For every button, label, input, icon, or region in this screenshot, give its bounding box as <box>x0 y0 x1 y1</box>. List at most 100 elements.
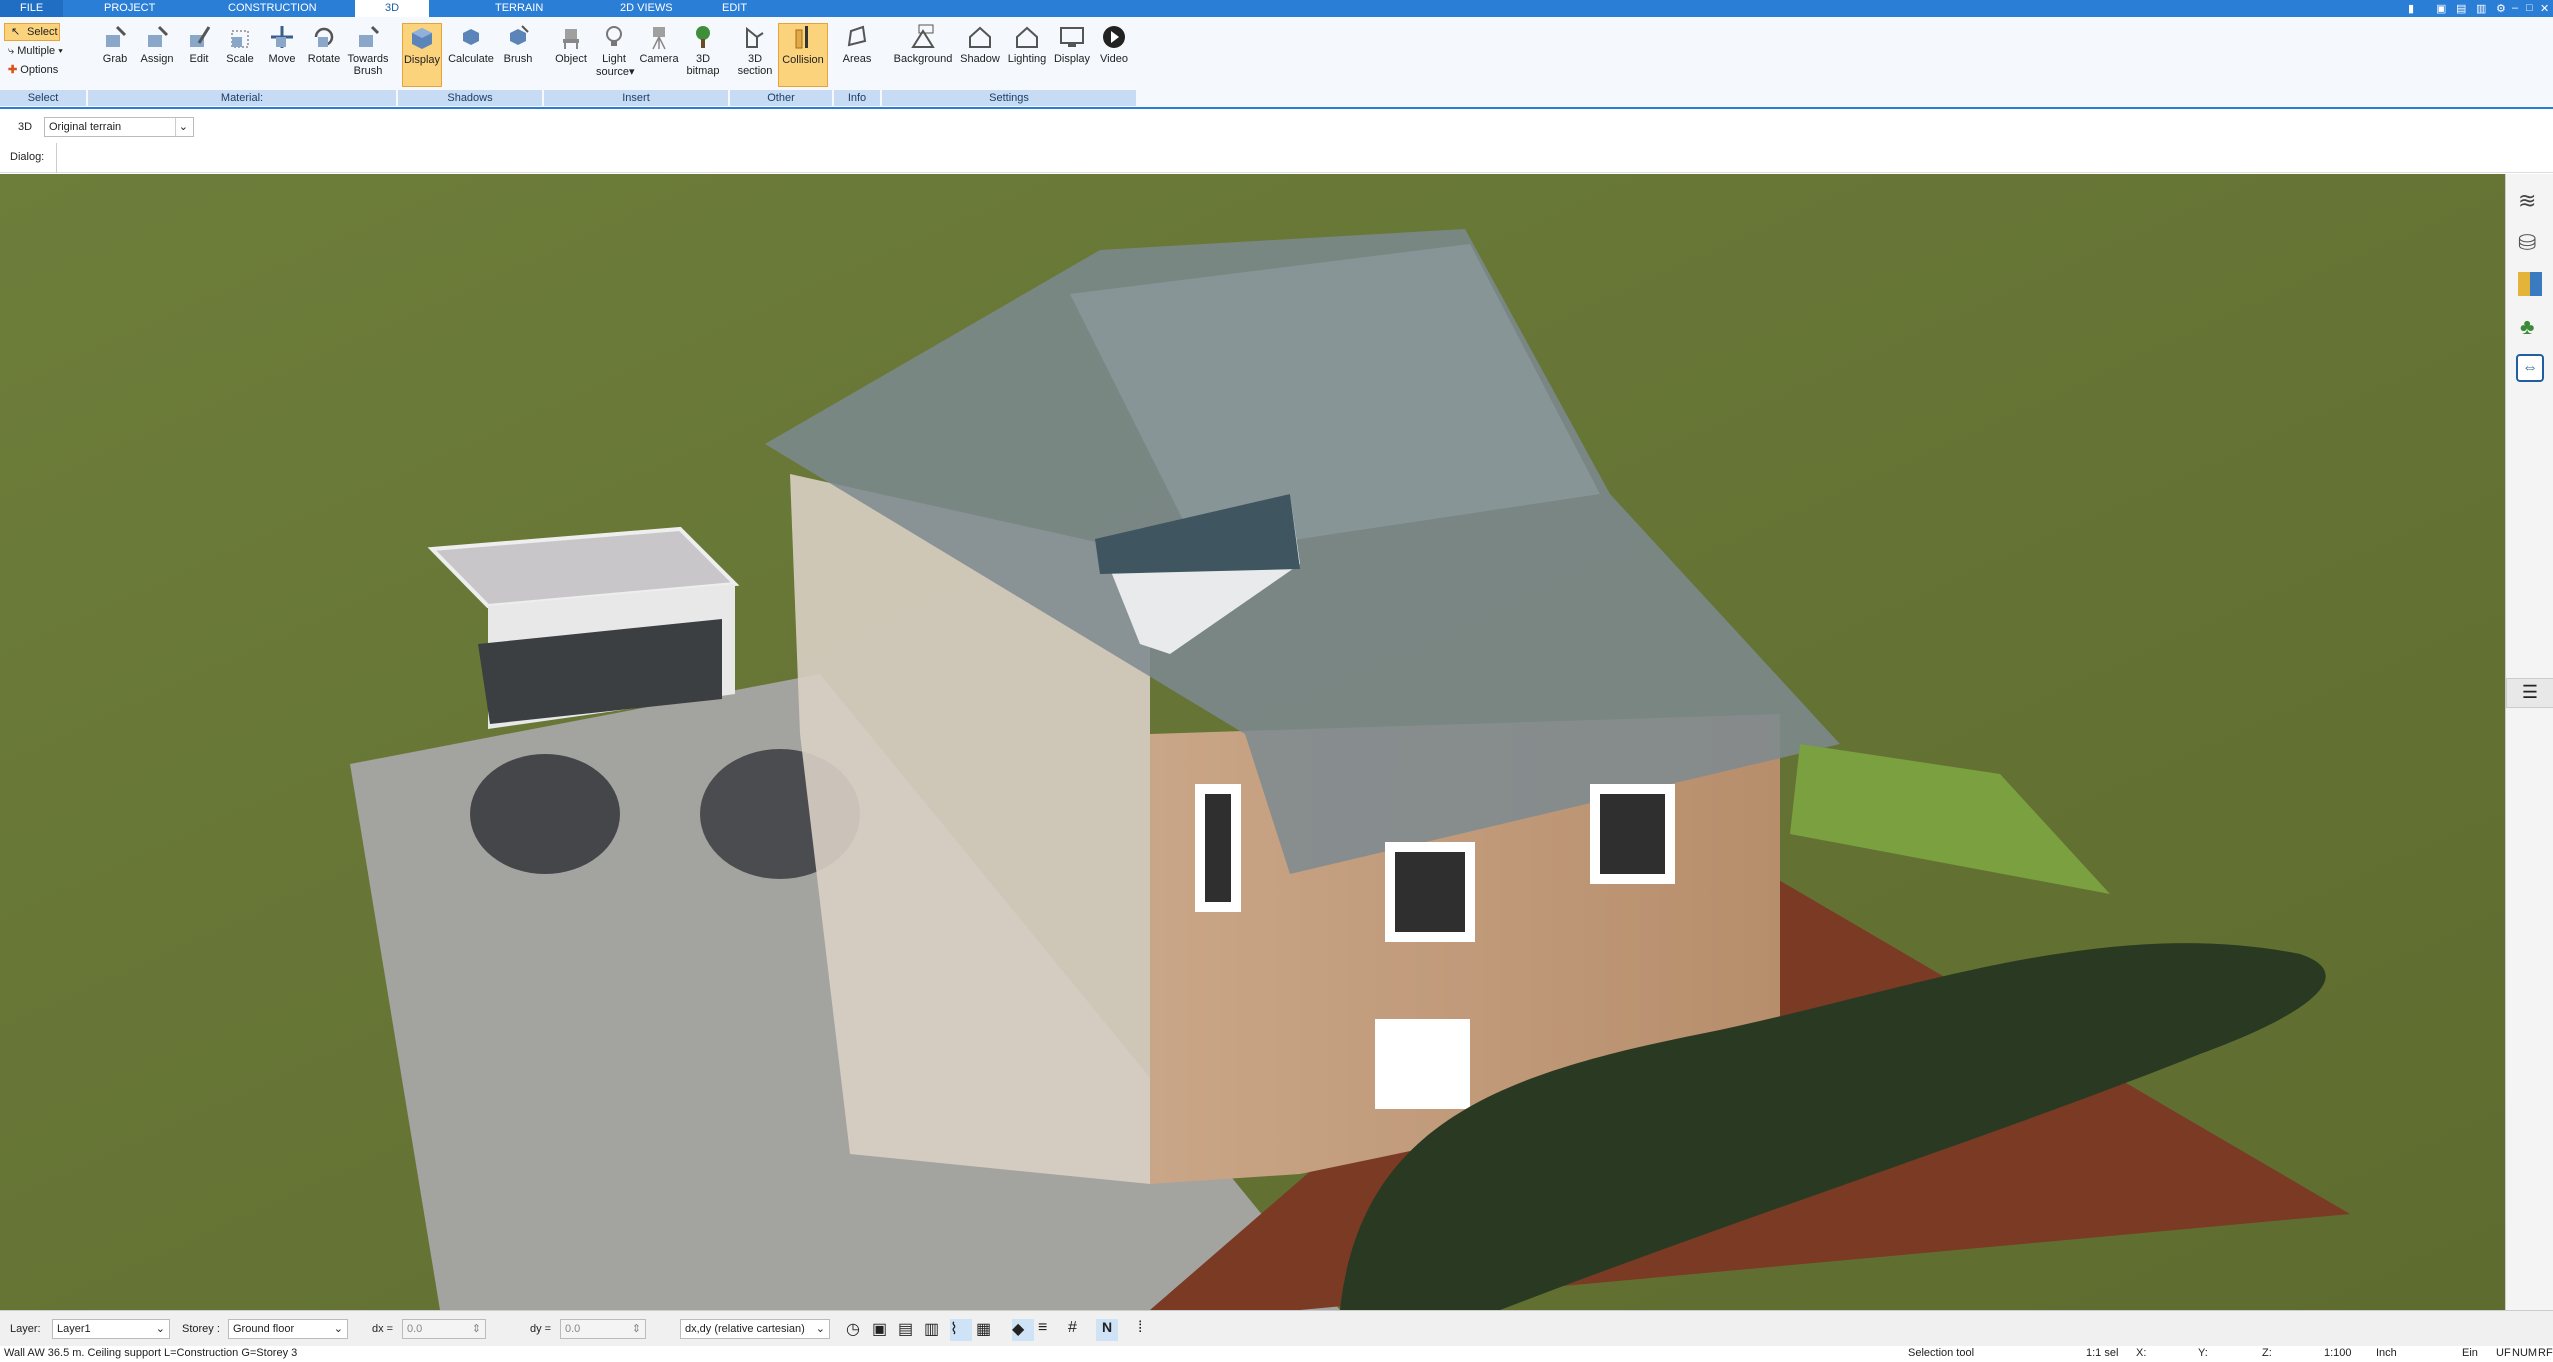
group-material: Material: <box>88 90 396 106</box>
dy-input[interactable]: 0.0 ⇕ <box>560 1319 646 1339</box>
assign-icon <box>148 25 169 47</box>
towards-brush-button[interactable]: Towards Brush <box>346 23 390 77</box>
scale-text: 1:100 <box>2324 1347 2352 1359</box>
tab-project[interactable]: PROJECT <box>104 0 155 17</box>
selection-count: 1:1 sel <box>2086 1347 2119 1359</box>
hamburger-menu-icon[interactable]: ☰ <box>2506 678 2553 708</box>
move-icon <box>271 26 293 48</box>
tab-construction[interactable]: CONSTRUCTION <box>228 0 317 17</box>
divider <box>56 143 57 173</box>
background-button[interactable]: Background <box>890 23 956 65</box>
redo-icon[interactable]: ▥ <box>2476 2 2486 15</box>
3d-section-label-2: section <box>737 65 773 77</box>
lighting-button[interactable]: Lighting <box>1004 23 1050 65</box>
layers-icon[interactable]: ≋ <box>2518 188 2536 214</box>
view-mode-label: 3D <box>18 121 33 133</box>
monitor-icon <box>1060 27 1084 47</box>
grab-icon <box>106 25 127 47</box>
maximize-icon[interactable]: □ <box>2526 2 2533 14</box>
video-button[interactable]: Video <box>1096 23 1132 65</box>
materials-icon[interactable] <box>2518 272 2542 296</box>
armchair-icon[interactable]: ⛁ <box>2518 230 2536 256</box>
multiple-label: Multiple <box>17 45 56 57</box>
snap-icon[interactable]: ▣ <box>872 1319 894 1341</box>
layer-select[interactable]: Layer1 ⌄ <box>52 1319 170 1339</box>
edit-label: Edit <box>189 53 209 65</box>
tab-2d-views[interactable]: 2D VIEWS <box>620 0 673 17</box>
rotate-button[interactable]: Rotate <box>306 23 342 65</box>
info-text: Wall AW 36.5 m. Ceiling support L=Constr… <box>4 1347 298 1359</box>
more-icon[interactable]: ⁞ <box>1138 1319 1160 1341</box>
fill-toggle-icon[interactable]: ◆ <box>1012 1319 1034 1341</box>
line-toggle-icon[interactable]: ⌇ <box>950 1319 972 1341</box>
save-icon[interactable]: ▣ <box>2436 2 2446 15</box>
3d-section-button[interactable]: 3D section <box>735 23 775 77</box>
shadow-brush-button[interactable]: Brush <box>500 23 536 65</box>
brush-label: Brush <box>503 53 533 65</box>
3d-bitmap-label-2: bitmap <box>686 65 720 77</box>
tree-icon[interactable]: ♣ <box>2520 314 2534 340</box>
undo-icon[interactable]: ▤ <box>2456 2 2466 15</box>
3d-scene[interactable] <box>0 174 2505 1310</box>
group-insert: Insert <box>544 90 728 106</box>
3d-bitmap-label-1: 3D <box>695 53 711 65</box>
select-button[interactable]: ↖ Select <box>4 23 60 41</box>
grab-button[interactable]: Grab <box>98 23 132 65</box>
coord-mode-select[interactable]: dx,dy (relative cartesian) ⌄ <box>680 1319 830 1339</box>
shadow-settings-button[interactable]: Shadow <box>958 23 1002 65</box>
storey-select[interactable]: Ground floor ⌄ <box>228 1319 348 1339</box>
terrain-select-value: Original terrain <box>49 121 122 133</box>
tab-terrain[interactable]: TERRAIN <box>495 0 543 17</box>
group-other: Other <box>730 90 832 106</box>
chair-icon <box>563 29 579 49</box>
house-lighting-icon <box>1016 26 1038 48</box>
3d-viewport[interactable] <box>0 174 2505 1310</box>
multiple-dropdown[interactable]: ⤷ Multiple ▾ <box>8 45 63 58</box>
3d-bitmap-button[interactable]: 3D bitmap <box>684 23 722 77</box>
layers-toggle-icon[interactable]: ▥ <box>924 1319 946 1341</box>
light-source-button[interactable]: Light source▾ <box>596 23 635 78</box>
camera-button[interactable]: Camera <box>638 23 680 65</box>
north-icon[interactable]: N <box>1096 1319 1118 1341</box>
settings-icon[interactable]: ⚙ <box>2496 2 2506 15</box>
house-shadow-icon <box>969 26 991 48</box>
tab-file[interactable]: FILE <box>0 0 64 17</box>
minimize-icon[interactable]: – <box>2512 2 2518 14</box>
options-button[interactable]: ✚ Options <box>8 63 58 76</box>
view-selector-bar: 3D Original terrain ⌄ <box>0 111 2553 143</box>
calculate-icon <box>463 29 479 45</box>
assign-label: Assign <box>140 53 174 65</box>
object-button[interactable]: Object <box>552 23 590 65</box>
lighting-label: Lighting <box>1007 53 1047 65</box>
collision-button[interactable]: Collision <box>778 23 828 87</box>
clock-icon[interactable]: ◷ <box>846 1319 868 1341</box>
stepper-icon[interactable]: ⇕ <box>632 1320 641 1338</box>
rotate-label: Rotate <box>307 53 341 65</box>
play-icon <box>1103 26 1125 48</box>
texture-icon[interactable]: ▦ <box>976 1319 998 1341</box>
terrain-select[interactable]: Original terrain ⌄ <box>44 117 194 137</box>
calculate-button[interactable]: Calculate <box>446 23 496 65</box>
storey-label: Storey : <box>182 1323 220 1335</box>
stepper-icon[interactable]: ⇕ <box>472 1320 481 1338</box>
move-button[interactable]: Move <box>266 23 298 65</box>
tab-edit[interactable]: EDIT <box>722 0 747 17</box>
group-settings: Settings <box>882 90 1136 106</box>
teamviewer-icon[interactable]: ⇔ <box>2516 354 2544 382</box>
display-settings-button[interactable]: Display <box>1052 23 1092 65</box>
layer-value: Layer1 <box>57 1323 91 1335</box>
display-shadows-button[interactable]: Display <box>402 23 442 87</box>
dx-input[interactable]: 0.0 ⇕ <box>402 1319 486 1339</box>
assign-button[interactable]: Assign <box>138 23 176 65</box>
close-icon[interactable]: ✕ <box>2540 2 2549 15</box>
areas-button[interactable]: Areas <box>838 23 876 65</box>
towards-label: Towards <box>347 53 389 65</box>
wall-toggle-icon[interactable]: ≡ <box>1038 1319 1060 1341</box>
render-icon[interactable]: ▤ <box>898 1319 920 1341</box>
tab-3d[interactable]: 3D <box>355 0 430 17</box>
grid-icon[interactable]: # <box>1068 1319 1090 1341</box>
layer-label: Layer: <box>10 1323 41 1335</box>
scale-button[interactable]: Scale <box>224 23 256 65</box>
quick-access-icon[interactable]: ▮ <box>2408 2 2414 15</box>
edit-material-button[interactable]: Edit <box>184 23 214 65</box>
